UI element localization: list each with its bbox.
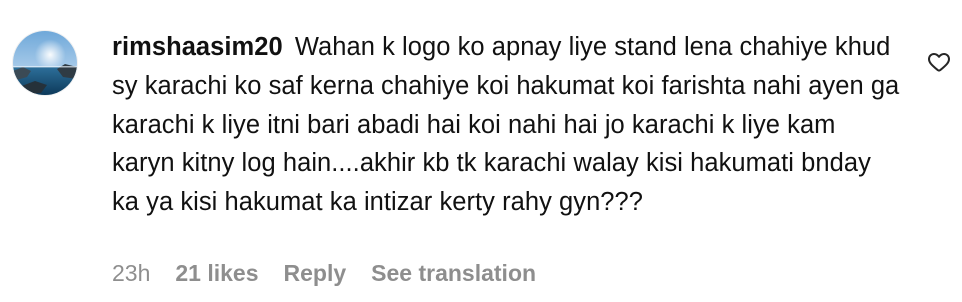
comment-meta: 23h 21 likes Reply See translation [112,260,536,287]
comment-username[interactable]: rimshaasim20 [112,33,283,61]
comment-item: rimshaasim20 Wahan k logo ko apnay liye … [0,0,962,302]
heart-icon[interactable] [927,50,951,74]
see-translation-button[interactable]: See translation [371,260,536,287]
comment-timestamp: 23h [112,260,151,286]
likes-count-link[interactable]: 21 likes [175,260,258,287]
avatar[interactable] [13,31,77,95]
reply-button[interactable]: Reply [284,260,347,287]
comment-body: rimshaasim20 Wahan k logo ko apnay liye … [112,28,902,222]
